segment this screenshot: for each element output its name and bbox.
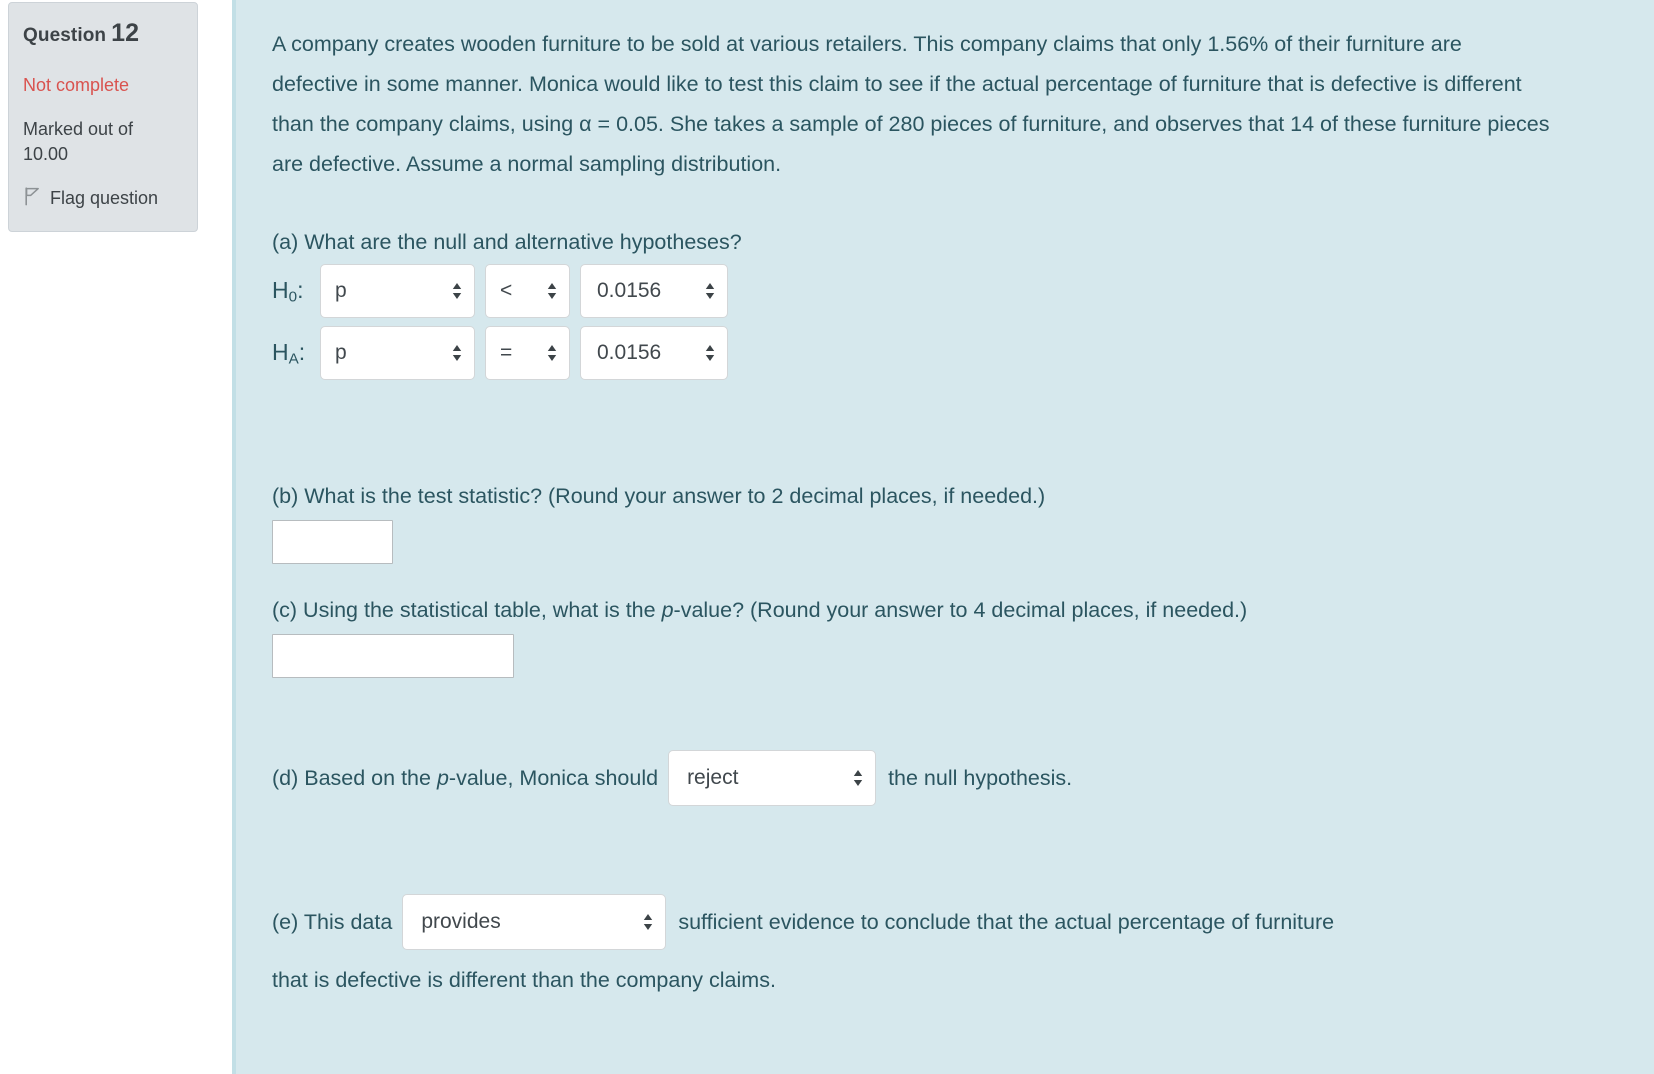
- part-b-prompt: (b) What is the test statistic? (Round y…: [272, 484, 1046, 508]
- question-status: Not complete: [23, 75, 130, 95]
- chevron-updown-icon: [852, 768, 864, 788]
- alternative-hypothesis-label: HA:: [272, 339, 320, 367]
- part-d-text-2: -value, Monica should: [448, 766, 659, 790]
- p-value-input[interactable]: [272, 634, 514, 678]
- part-d-text-1: (d) Based on the: [272, 766, 437, 790]
- null-h-subscript: 0: [288, 288, 298, 306]
- decision-select[interactable]: reject: [668, 750, 877, 806]
- chevron-updown-icon: [642, 912, 654, 932]
- part-c-prompt-italic: p: [661, 598, 674, 622]
- null-h-colon: :: [297, 276, 304, 303]
- part-e-prefix: (e) This data: [272, 910, 393, 934]
- alternative-operator-value: =: [500, 341, 513, 364]
- chevron-updown-icon: [704, 281, 716, 301]
- question-title-label: Question: [23, 25, 107, 46]
- alternative-parameter-select[interactable]: p: [320, 326, 475, 380]
- alt-h-colon: :: [298, 338, 306, 365]
- chevron-updown-icon: [451, 343, 463, 363]
- null-value-text: 0.0156: [597, 279, 662, 302]
- part-d-prompt: (d) Based on the p-value, Monica should: [272, 758, 658, 798]
- question-stem: A company creates wooden furniture to be…: [272, 32, 1550, 176]
- chevron-updown-icon: [451, 281, 463, 301]
- quiz-page: Question 12 Not complete Marked out of 10…: [0, 0, 1654, 1074]
- test-statistic-input[interactable]: [272, 520, 393, 564]
- question-marks: Marked out of 10.00: [23, 118, 134, 165]
- alternative-value-text: 0.0156: [597, 341, 662, 364]
- chevron-updown-icon: [704, 343, 716, 363]
- part-d-row: (d) Based on the p-value, Monica should …: [272, 750, 1618, 806]
- null-value-select[interactable]: 0.0156: [580, 264, 728, 318]
- alternative-operator-select[interactable]: =: [485, 326, 570, 380]
- question-content-panel: A company creates wooden furniture to be…: [232, 0, 1654, 1074]
- part-e-row: (e) This data provides sufficient eviden…: [272, 894, 1618, 950]
- part-d-italic: p: [436, 766, 449, 790]
- null-parameter-select[interactable]: p: [320, 264, 475, 318]
- alternative-parameter-value: p: [335, 341, 347, 364]
- flag-question-link[interactable]: Flag question: [23, 186, 183, 214]
- null-h-letter: H: [272, 276, 289, 303]
- chevron-updown-icon: [546, 343, 558, 363]
- flag-icon: [23, 186, 42, 214]
- null-operator-value: <: [500, 279, 513, 302]
- part-c-prompt-2: -value? (Round your answer to 4 decimal …: [673, 598, 1248, 622]
- null-hypothesis-label: H0:: [272, 277, 320, 305]
- question-number: 12: [111, 19, 140, 47]
- alt-h-subscript: A: [288, 350, 299, 368]
- part-e-suffix: sufficient evidence to conclude that the…: [678, 910, 1335, 934]
- alternative-hypothesis-row: HA: p = 0.0156: [272, 326, 1618, 380]
- part-e-line2: that is defective is different than the …: [272, 968, 776, 992]
- part-c-prompt-1: (c) Using the statistical table, what is…: [272, 598, 662, 622]
- question-info-panel: Question 12 Not complete Marked out of 10…: [8, 2, 198, 233]
- evidence-select[interactable]: provides: [402, 894, 667, 950]
- null-operator-select[interactable]: <: [485, 264, 570, 318]
- chevron-updown-icon: [546, 281, 558, 301]
- part-c-prompt: (c) Using the statistical table, what is…: [272, 590, 1618, 630]
- part-a-prompt: (a) What are the null and alternative hy…: [272, 230, 742, 254]
- alternative-value-select[interactable]: 0.0156: [580, 326, 728, 380]
- decision-value: reject: [687, 766, 739, 789]
- null-parameter-value: p: [335, 279, 347, 302]
- evidence-value: provides: [421, 910, 501, 933]
- question-title: Question 12: [23, 19, 183, 48]
- part-d-suffix: the null hypothesis.: [888, 766, 1073, 790]
- alt-h-letter: H: [272, 338, 289, 365]
- null-hypothesis-row: H0: p < 0.0156: [272, 264, 1618, 318]
- flag-question-label: Flag question: [50, 187, 159, 208]
